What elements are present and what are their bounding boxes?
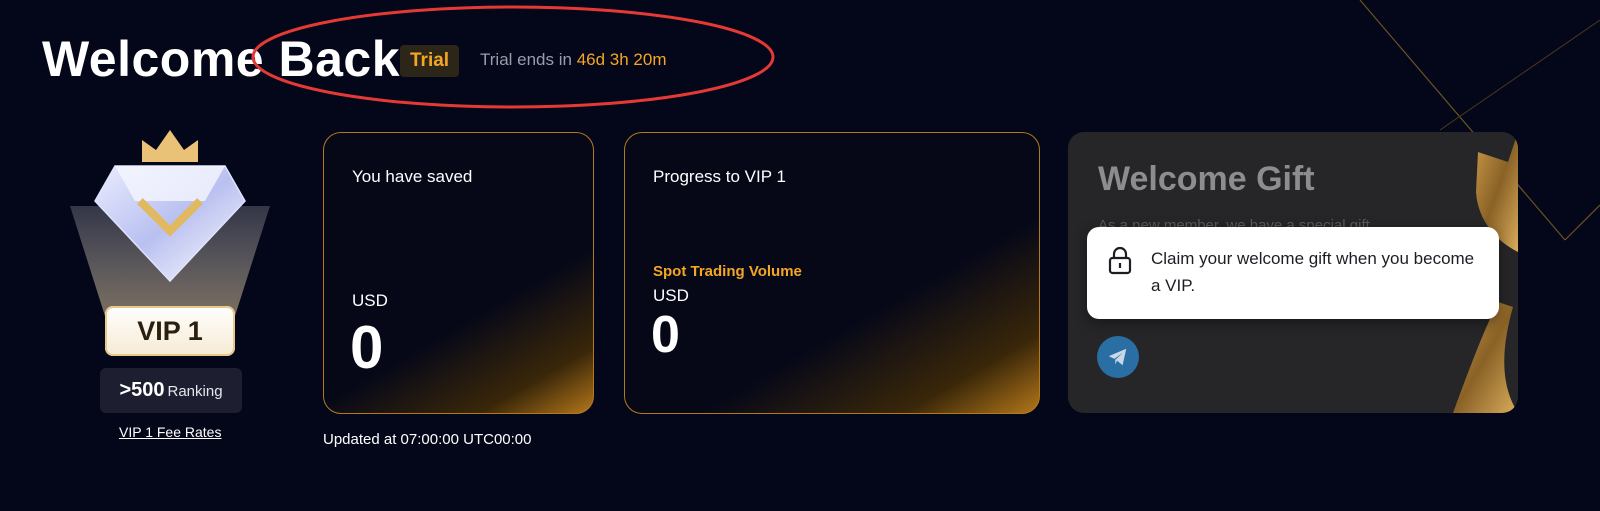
gift-locked-tooltip: Claim your welcome gift when you become …: [1087, 227, 1499, 319]
updated-timestamp: Updated at 07:00:00 UTC00:00: [323, 431, 532, 448]
tooltip-text: Claim your welcome gift when you become …: [1151, 249, 1475, 295]
savings-label: You have saved: [352, 167, 473, 186]
ranking-box: >500 Ranking: [100, 368, 242, 413]
savings-currency: USD: [352, 291, 388, 310]
vip-level-badge: VIP 1: [105, 306, 235, 356]
telegram-icon[interactable]: [1097, 336, 1139, 378]
ranking-label: Ranking: [167, 383, 223, 400]
trial-remaining: 46d 3h 20m: [576, 50, 667, 69]
progress-value: 0: [651, 306, 680, 364]
lock-icon: [1108, 246, 1132, 275]
trial-badge: Trial: [400, 45, 460, 77]
ranking-value: >500: [119, 379, 165, 401]
vip-fee-rates-link[interactable]: VIP 1 Fee Rates: [119, 424, 221, 440]
gift-title: Welcome Gift: [1098, 160, 1315, 198]
spot-volume-label: Spot Trading Volume: [653, 263, 802, 280]
trial-countdown: Trial ends in 46d 3h 20m: [480, 50, 667, 70]
progress-card: Progress to VIP 1 Spot Trading Volume US…: [624, 132, 1040, 414]
vip-diamond-illustration: [70, 130, 270, 316]
progress-currency: USD: [653, 286, 689, 305]
savings-value: 0: [350, 314, 384, 381]
crown-icon: [142, 130, 198, 162]
savings-card: You have saved USD 0: [323, 132, 594, 414]
page-title: Welcome Back: [42, 31, 401, 87]
telegram-glyph: [1108, 348, 1127, 366]
trial-prefix: Trial ends in: [480, 50, 572, 69]
progress-label: Progress to VIP 1: [653, 167, 786, 186]
